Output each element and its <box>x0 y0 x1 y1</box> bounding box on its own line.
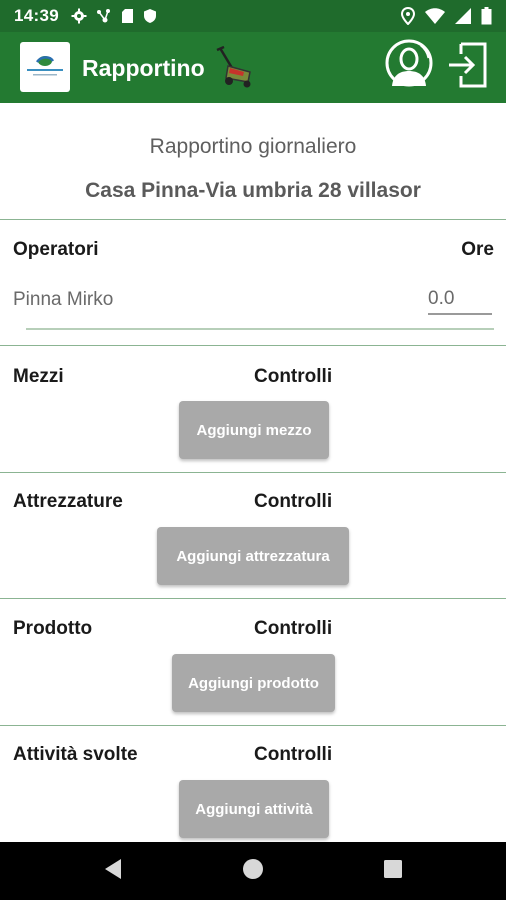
section-attrezzature-controls-label: Controlli <box>254 491 333 512</box>
battery-icon <box>481 7 492 25</box>
report-content: Rapportino giornaliero Casa Pinna-Via um… <box>0 103 506 842</box>
app-bar: Rapportino <box>0 32 506 103</box>
user-profile-icon <box>384 38 434 97</box>
divider <box>0 725 506 726</box>
report-location: Casa Pinna-Via umbria 28 villasor <box>85 179 421 202</box>
wifi-icon <box>425 8 445 24</box>
hub-icon <box>96 8 112 24</box>
report-subtitle: Rapportino giornaliero <box>149 135 357 158</box>
divider <box>0 472 506 473</box>
operators-header: Operatori <box>13 239 99 260</box>
status-time: 14:39 <box>14 6 59 25</box>
operator-name: Pinna Mirko <box>13 289 114 310</box>
divider <box>0 219 506 220</box>
shield-icon <box>143 8 157 24</box>
section-prodotto-label: Prodotto <box>13 618 93 639</box>
home-button[interactable] <box>238 856 268 886</box>
status-icons-right <box>401 7 492 25</box>
screen: 14:39 Rapportino Rapportino giornaliero … <box>0 0 506 900</box>
section-prodotto-controls-label: Controlli <box>254 618 333 639</box>
divider <box>0 345 506 346</box>
sd-card-icon <box>121 8 134 24</box>
operator-hours-field[interactable] <box>428 285 492 315</box>
lawn-mower-icon <box>214 45 258 93</box>
status-bar: 14:39 <box>0 0 506 32</box>
company-logo <box>20 42 70 92</box>
section-mezzi-controls-label: Controlli <box>254 366 333 387</box>
gear-icon <box>71 8 87 24</box>
location-icon <box>401 7 415 25</box>
divider <box>0 598 506 599</box>
back-button[interactable] <box>98 856 128 886</box>
section-attivita-label: Attività svolte <box>13 744 138 765</box>
back-icon <box>103 858 123 885</box>
logout-icon <box>447 40 489 95</box>
section-mezzi-label: Mezzi <box>13 366 64 387</box>
logout-button[interactable] <box>446 42 490 92</box>
hours-header: Ore <box>461 239 494 260</box>
recents-icon <box>383 859 403 884</box>
add-activity-button[interactable]: Aggiungi attività <box>179 780 329 838</box>
navigation-bar <box>0 842 506 900</box>
recents-button[interactable] <box>378 856 408 886</box>
section-attrezzature-label: Attrezzature <box>13 491 123 512</box>
status-icons-left <box>71 8 157 24</box>
operator-row-underline <box>26 328 494 330</box>
signal-icon <box>455 8 471 24</box>
user-profile-button[interactable] <box>384 38 434 97</box>
section-attivita-controls-label: Controlli <box>254 744 333 765</box>
add-product-button[interactable]: Aggiungi prodotto <box>172 654 335 712</box>
home-icon <box>242 858 264 885</box>
add-vehicle-button[interactable]: Aggiungi mezzo <box>179 401 329 459</box>
add-equipment-button[interactable]: Aggiungi attrezzatura <box>157 527 349 585</box>
app-title: Rapportino <box>82 55 205 81</box>
